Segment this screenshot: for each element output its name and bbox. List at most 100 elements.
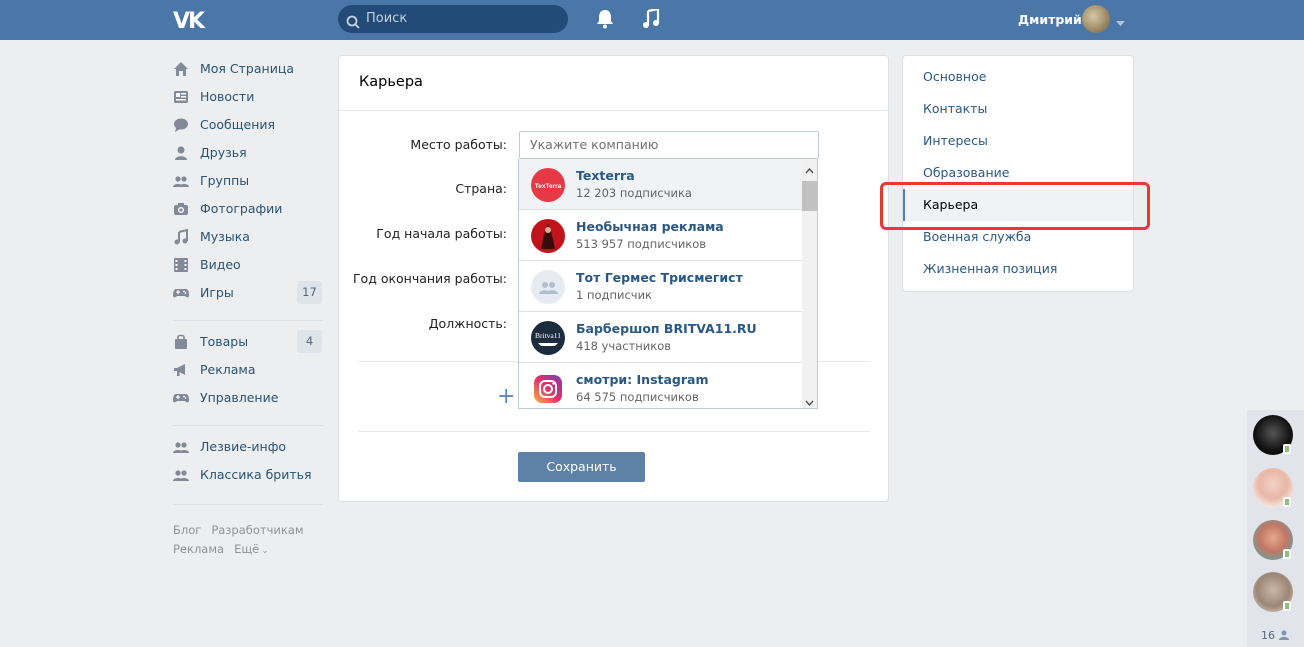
sidebar-item-label: Игры — [200, 285, 234, 300]
settings-menu-item[interactable]: Основное — [903, 61, 1133, 93]
label-position: Должность: — [428, 316, 507, 331]
avatar — [531, 219, 565, 253]
footer-link-developers[interactable]: Разработчикам — [211, 523, 303, 537]
footer-link-more[interactable]: Ещё — [234, 542, 259, 556]
company-name: Необычная реклама — [576, 219, 724, 234]
dropdown-item[interactable]: Тот Гермес Трисмегист 1 подписчик — [519, 261, 817, 312]
sidebar-item[interactable]: Классика бритья — [173, 464, 323, 492]
sidebar-item-label: Фотографии — [200, 201, 283, 216]
avatar — [531, 270, 565, 304]
sidebar-item[interactable]: Моя Страница — [173, 58, 323, 86]
scroll-thumb[interactable] — [802, 181, 817, 211]
dropdown-item[interactable]: TexTerra Texterra 12 203 подписчика — [519, 159, 817, 210]
footer-links: Блог Разработчикам Реклама Ещё ⌄ — [173, 521, 323, 561]
divider — [173, 320, 323, 321]
sidebar-item[interactable]: Лезвие-инфо — [173, 436, 323, 464]
music-icon — [173, 228, 189, 245]
video-icon — [173, 257, 189, 273]
vk-logo[interactable]: VK — [173, 9, 207, 34]
footer-link-ads[interactable]: Реклама — [173, 542, 224, 556]
sidebar-item[interactable]: Видео — [173, 254, 323, 282]
subscriber-count: 418 участников — [576, 339, 672, 353]
left-sidebar: Моя Страница Новости Сообщения Друзья Группы… — [173, 58, 323, 515]
chevron-down-icon[interactable]: ⌄ — [261, 546, 269, 556]
sidebar-item[interactable]: Товары 4 — [173, 330, 323, 359]
user-icon — [1278, 630, 1289, 640]
divider — [173, 425, 323, 426]
sidebar-item-label: Друзья — [200, 145, 247, 160]
sidebar-item[interactable]: Музыка — [173, 226, 323, 254]
subscriber-count: 12 203 подписчика — [576, 186, 692, 200]
sidebar-item-label: Моя Страница — [200, 61, 294, 76]
add-icon[interactable]: + — [497, 384, 515, 409]
gamepad-icon — [173, 390, 189, 406]
divider — [173, 504, 323, 505]
search-placeholder: Поиск — [366, 11, 408, 26]
sidebar-item-label: Новости — [200, 89, 255, 104]
sidebar-item[interactable]: Сообщения — [173, 114, 323, 142]
top-header: VK Поиск Дмитрий — [0, 0, 1304, 40]
groups-icon — [173, 467, 189, 483]
avatar: Britva11 — [531, 321, 565, 355]
online-friends-rail: 16 — [1247, 410, 1304, 647]
avatar[interactable] — [1082, 5, 1110, 33]
online-friends-count[interactable]: 16 — [1261, 629, 1289, 642]
company-input[interactable]: Укажите компанию — [519, 131, 819, 159]
count-badge: 4 — [297, 330, 322, 353]
dropdown-item[interactable]: смотри: Instagram 64 575 подписчиков — [519, 363, 817, 408]
sidebar-item[interactable]: Реклама — [173, 359, 323, 387]
subscriber-count: 1 подписчик — [576, 288, 653, 302]
settings-menu-item[interactable]: Интересы — [903, 125, 1133, 157]
page-title: Карьера — [339, 56, 888, 111]
dropdown-item[interactable]: Необычная реклама 513 957 подписчиков — [519, 210, 817, 261]
sidebar-item[interactable]: Новости — [173, 86, 323, 114]
news-icon — [173, 89, 189, 105]
camera-icon — [173, 201, 189, 217]
company-name: Барбершоп BRITVA11.RU — [576, 321, 757, 336]
company-name: Тот Гермес Трисмегист — [576, 270, 743, 285]
bell-icon[interactable] — [596, 9, 614, 33]
gamepad-icon — [173, 285, 189, 301]
music-note-icon[interactable] — [642, 7, 660, 33]
sidebar-item[interactable]: Группы — [173, 170, 323, 198]
scroll-down-icon[interactable] — [805, 395, 814, 408]
sidebar-item[interactable]: Фотографии — [173, 198, 323, 226]
sidebar-item-label: Товары — [200, 334, 249, 349]
label-end-year: Год окончания работы: — [352, 271, 507, 286]
count-badge: 17 — [297, 281, 322, 304]
friend-icon — [173, 145, 189, 161]
annotation-highlight — [880, 182, 1150, 230]
sidebar-item-label: Классика бритья — [200, 467, 312, 482]
home-icon — [173, 61, 189, 77]
settings-menu-item[interactable]: Жизненная позиция — [903, 253, 1133, 285]
sidebar-item-label: Лезвие-инфо — [200, 439, 287, 454]
sidebar-item[interactable]: Управление — [173, 387, 323, 415]
sidebar-item-label: Управление — [200, 390, 279, 405]
sidebar-item-label: Группы — [200, 173, 250, 188]
footer-link-blog[interactable]: Блог — [173, 523, 201, 537]
sidebar-item[interactable]: Игры 17 — [173, 281, 323, 310]
avatar — [531, 372, 565, 406]
avatar: TexTerra — [531, 168, 565, 202]
groups-icon — [173, 439, 189, 455]
svg-text:Britva11: Britva11 — [535, 331, 561, 340]
mobile-online-icon — [1283, 601, 1291, 611]
company-name: Texterra — [576, 168, 635, 183]
search-input[interactable]: Поиск — [338, 5, 568, 33]
save-button[interactable]: Сохранить — [518, 452, 645, 482]
svg-text:TexTerra: TexTerra — [535, 183, 562, 190]
label-country: Страна: — [455, 181, 507, 196]
sidebar-item[interactable]: Друзья — [173, 142, 323, 170]
dropdown-item[interactable]: Britva11 Барбершоп BRITVA11.RU 418 участни… — [519, 312, 817, 363]
bag-icon — [173, 334, 189, 350]
online-count-value: 16 — [1261, 629, 1275, 642]
chevron-down-icon[interactable] — [1116, 16, 1125, 31]
company-name: смотри: Instagram — [576, 372, 709, 387]
settings-menu-item[interactable]: Контакты — [903, 93, 1133, 125]
profile-name[interactable]: Дмитрий — [1018, 12, 1082, 27]
scrollbar[interactable] — [802, 159, 817, 408]
scroll-up-icon[interactable] — [805, 163, 814, 178]
sidebar-item-label: Сообщения — [200, 117, 276, 132]
mobile-online-icon — [1283, 444, 1291, 454]
label-workplace: Место работы: — [410, 137, 507, 152]
